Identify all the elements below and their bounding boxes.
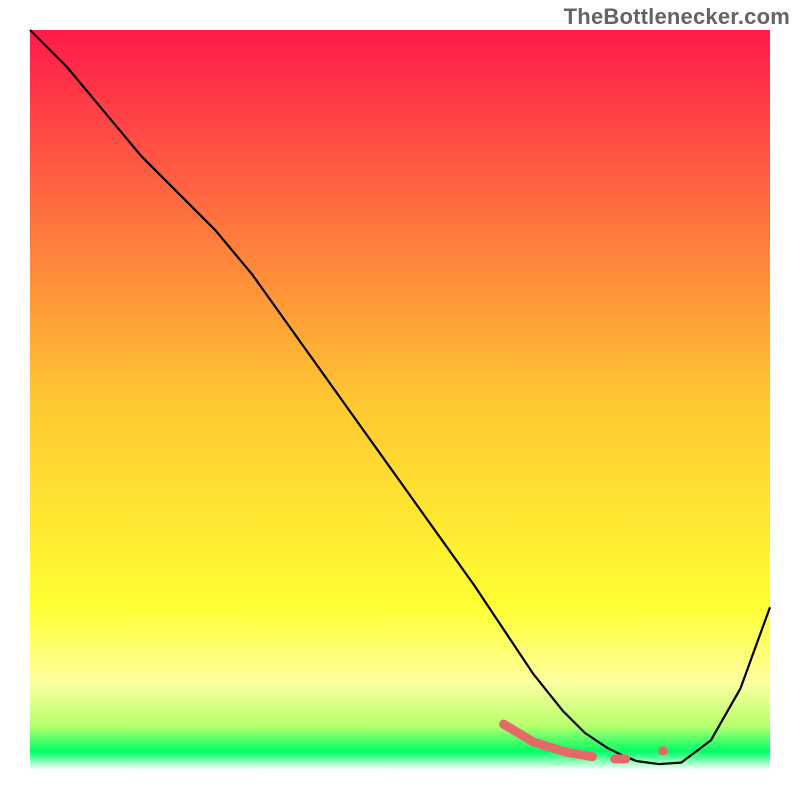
chart-container: TheBottlenecker.com: [0, 0, 800, 800]
gradient-chart-canvas: [0, 0, 800, 800]
watermark-label: TheBottlenecker.com: [564, 4, 790, 30]
gradient-background: [30, 30, 770, 770]
